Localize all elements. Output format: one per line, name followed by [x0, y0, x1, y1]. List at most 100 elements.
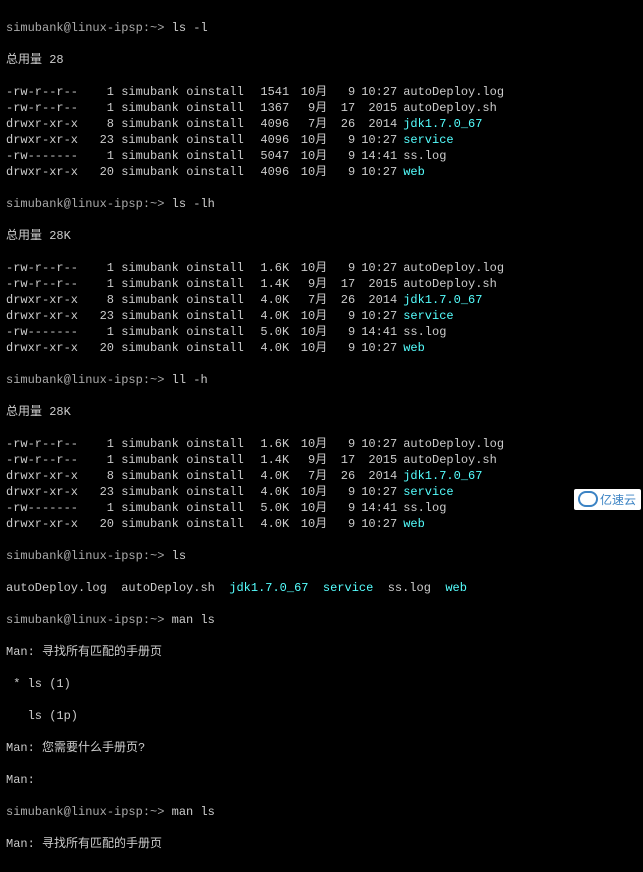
group: oinstall — [186, 116, 251, 132]
time: 10:27 — [355, 260, 397, 276]
filename: service — [397, 309, 453, 323]
month: 10月 — [289, 308, 327, 324]
link-count: 1 — [86, 276, 114, 292]
month: 10月 — [289, 164, 327, 180]
month: 9月 — [289, 452, 327, 468]
filename: service — [397, 485, 453, 499]
owner: simubank — [121, 484, 186, 500]
link-count: 8 — [86, 292, 114, 308]
man-output: Man: 寻找所有匹配的手册页 — [6, 836, 637, 852]
filename: autoDeploy.sh — [121, 581, 215, 595]
file-list-row: drwxr-xr-x8 simubankoinstall40967月262014… — [6, 116, 637, 132]
prompt: simubank@linux-ipsp:~> — [6, 613, 164, 627]
link-count: 8 — [86, 116, 114, 132]
file-list-row: -rw-r--r--1 simubankoinstall1.6K10月910:2… — [6, 436, 637, 452]
permissions: drwxr-xr-x — [6, 468, 86, 484]
group: oinstall — [186, 100, 251, 116]
size: 1.6K — [251, 260, 289, 276]
day: 9 — [327, 324, 355, 340]
filename: web — [397, 165, 425, 179]
total-line: 总用量 28K — [6, 404, 637, 420]
command-text: ls — [172, 549, 186, 563]
owner: simubank — [121, 276, 186, 292]
day: 26 — [327, 116, 355, 132]
time: 14:41 — [355, 148, 397, 164]
file-list-row: drwxr-xr-x23 simubankoinstall4.0K10月910:… — [6, 484, 637, 500]
link-count: 1 — [86, 100, 114, 116]
group: oinstall — [186, 260, 251, 276]
prompt: simubank@linux-ipsp:~> — [6, 373, 164, 387]
prompt: simubank@linux-ipsp:~> — [6, 21, 164, 35]
group: oinstall — [186, 324, 251, 340]
owner: simubank — [121, 516, 186, 532]
permissions: -rw------- — [6, 324, 86, 340]
total-line: 总用量 28K — [6, 228, 637, 244]
time: 10:27 — [355, 436, 397, 452]
time: 2015 — [355, 452, 397, 468]
size: 4.0K — [251, 308, 289, 324]
terminal-output[interactable]: simubank@linux-ipsp:~> ls -l 总用量 28 -rw-… — [0, 0, 643, 872]
filename: autoDeploy.log — [397, 437, 504, 451]
filename: autoDeploy.log — [397, 261, 504, 275]
month: 10月 — [289, 516, 327, 532]
owner: simubank — [121, 436, 186, 452]
link-count: 20 — [86, 516, 114, 532]
man-output: Man: — [6, 772, 637, 788]
group: oinstall — [186, 340, 251, 356]
filename: jdk1.7.0_67 — [397, 469, 482, 483]
permissions: drwxr-xr-x — [6, 308, 86, 324]
link-count: 1 — [86, 84, 114, 100]
group: oinstall — [186, 84, 251, 100]
owner: simubank — [121, 340, 186, 356]
time: 2015 — [355, 276, 397, 292]
time: 2014 — [355, 116, 397, 132]
time: 10:27 — [355, 84, 397, 100]
file-list-row: -rw-r--r--1 simubankoinstall13679月172015… — [6, 100, 637, 116]
permissions: -rw-r--r-- — [6, 100, 86, 116]
owner: simubank — [121, 148, 186, 164]
link-count: 20 — [86, 340, 114, 356]
day: 9 — [327, 164, 355, 180]
time: 10:27 — [355, 340, 397, 356]
permissions: drwxr-xr-x — [6, 132, 86, 148]
permissions: drwxr-xr-x — [6, 484, 86, 500]
filename: ss.log — [397, 501, 446, 515]
size: 1541 — [251, 84, 289, 100]
permissions: drwxr-xr-x — [6, 340, 86, 356]
prompt-line-4: simubank@linux-ipsp:~> ls — [6, 548, 637, 564]
file-list-row: -rw-------1 simubankoinstall5.0K10月914:4… — [6, 500, 637, 516]
month: 9月 — [289, 276, 327, 292]
file-list-row: drwxr-xr-x20 simubankoinstall4.0K10月910:… — [6, 516, 637, 532]
group: oinstall — [186, 452, 251, 468]
permissions: -rw-r--r-- — [6, 260, 86, 276]
command-text: ls -l — [172, 21, 208, 35]
month: 10月 — [289, 260, 327, 276]
size: 4.0K — [251, 292, 289, 308]
group: oinstall — [186, 468, 251, 484]
link-count: 8 — [86, 468, 114, 484]
month: 10月 — [289, 324, 327, 340]
ls-output-line: autoDeploy.log autoDeploy.sh jdk1.7.0_67… — [6, 580, 637, 596]
prompt-line-2: simubank@linux-ipsp:~> ls -lh — [6, 196, 637, 212]
group: oinstall — [186, 436, 251, 452]
file-list-row: drwxr-xr-x8 simubankoinstall4.0K7月262014… — [6, 292, 637, 308]
filename: ss.log — [397, 149, 446, 163]
day: 9 — [327, 148, 355, 164]
size: 4.0K — [251, 340, 289, 356]
month: 10月 — [289, 84, 327, 100]
owner: simubank — [121, 292, 186, 308]
link-count: 1 — [86, 500, 114, 516]
month: 10月 — [289, 132, 327, 148]
day: 17 — [327, 100, 355, 116]
group: oinstall — [186, 132, 251, 148]
month: 7月 — [289, 292, 327, 308]
file-list-row: drwxr-xr-x8 simubankoinstall4.0K7月262014… — [6, 468, 637, 484]
filename: jdk1.7.0_67 — [397, 117, 482, 131]
time: 14:41 — [355, 500, 397, 516]
owner: simubank — [121, 100, 186, 116]
size: 1367 — [251, 100, 289, 116]
owner: simubank — [121, 452, 186, 468]
filename: autoDeploy.sh — [397, 101, 497, 115]
day: 26 — [327, 292, 355, 308]
day: 9 — [327, 84, 355, 100]
